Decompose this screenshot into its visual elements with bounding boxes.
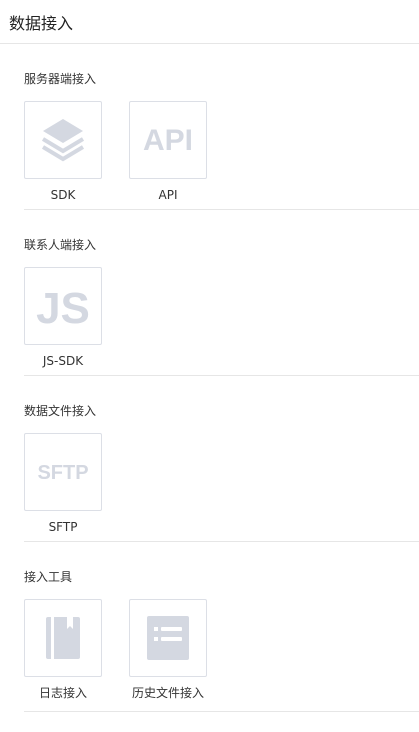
layers-icon (41, 119, 85, 162)
svg-text:SFTP: SFTP (37, 462, 88, 484)
svg-text:API: API (143, 124, 193, 157)
section-contact: 联系人端接入 JS JS-SDK (24, 210, 419, 376)
page-header: 数据接入 (0, 0, 419, 44)
card-history-file-import[interactable]: 历史文件接入 (129, 599, 207, 701)
card-label: API (158, 188, 178, 202)
card-label: 日志接入 (38, 686, 87, 700)
card-label: SDK (50, 188, 76, 202)
section-server: 服务器端接入 SDK API API (24, 44, 419, 210)
sftp-text-icon: SFTP (37, 462, 88, 484)
tile-api[interactable]: API (129, 101, 207, 179)
api-text-icon: API (143, 124, 193, 157)
section-tools: 接入工具 日志接入 历史文件接入 (24, 542, 419, 712)
card-api[interactable]: API API (129, 101, 207, 203)
svg-text:JS: JS (36, 284, 90, 331)
tile-history-file-import[interactable] (129, 599, 207, 677)
card-log-import[interactable]: 日志接入 (24, 599, 102, 701)
list-doc-icon (147, 616, 189, 660)
card-sdk[interactable]: SDK (24, 101, 102, 203)
section-datafile: 数据文件接入 SFTP SFTP (24, 376, 419, 542)
section-title: 服务器端接入 (24, 72, 97, 86)
card-label: JS-SDK (42, 354, 84, 368)
section-title: 数据文件接入 (24, 404, 97, 418)
tile-sdk[interactable] (24, 101, 102, 179)
tile-sftp[interactable]: SFTP (24, 433, 102, 511)
js-text-icon: JS (36, 284, 90, 331)
book-icon (46, 617, 80, 659)
card-label: SFTP (48, 520, 78, 534)
page-title: 数据接入 (9, 13, 74, 33)
card-sftp[interactable]: SFTP SFTP (24, 433, 102, 535)
section-title: 接入工具 (24, 570, 73, 584)
section-title: 联系人端接入 (24, 238, 97, 252)
tile-log-import[interactable] (24, 599, 102, 677)
card-label: 历史文件接入 (131, 686, 204, 700)
tile-js-sdk[interactable]: JS (24, 267, 102, 345)
card-js-sdk[interactable]: JS JS-SDK (24, 267, 102, 369)
